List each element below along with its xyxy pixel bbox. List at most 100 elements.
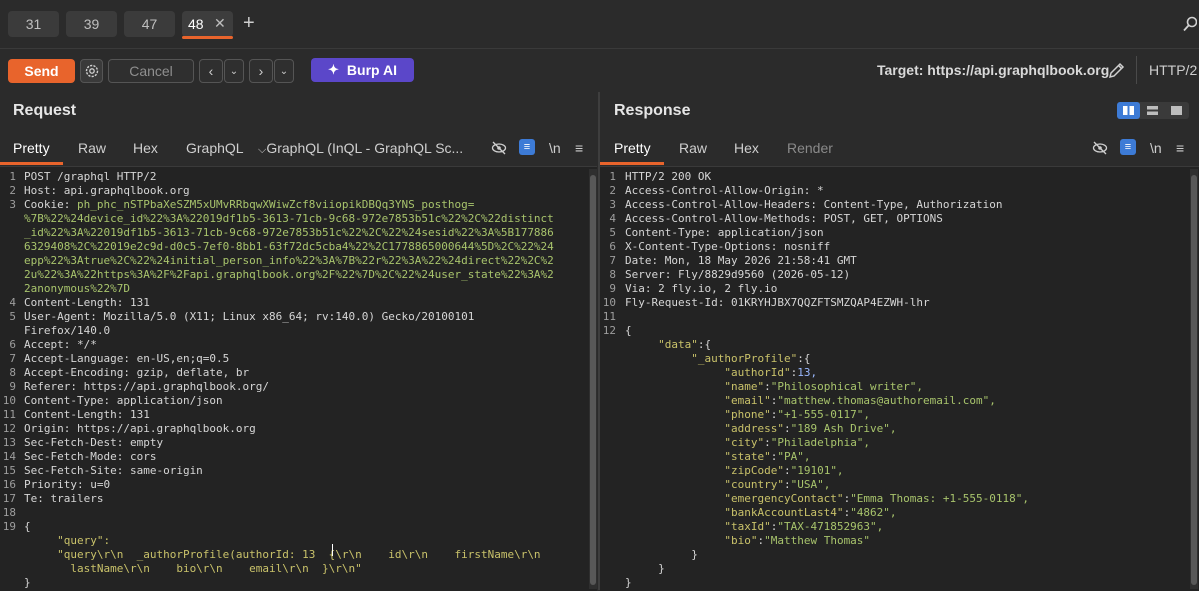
- code-line: Origin: https://api.graphqlbook.org: [24, 422, 256, 435]
- code-line: Fly-Request-Id: 01KRYHJBX7QQZFTSMZQAP4EZ…: [625, 296, 930, 309]
- request-tab-raw[interactable]: Raw: [78, 140, 106, 156]
- code-line: Firefox/140.0: [24, 324, 111, 337]
- request-title: Request: [13, 102, 77, 119]
- code-line: Access-Control-Allow-Origin: *: [625, 184, 824, 197]
- response-tab-pretty[interactable]: Pretty: [614, 140, 651, 156]
- tab-label: 48: [188, 16, 204, 32]
- menu-icon[interactable]: ≡: [575, 140, 583, 156]
- newline-toggle[interactable]: \n: [1150, 140, 1162, 156]
- request-editor[interactable]: 1 POST /graphql HTTP/2 2 Host: api.graphqlb…: [0, 166, 597, 591]
- line-number: 4: [9, 296, 16, 309]
- settings-gear-icon[interactable]: [80, 59, 103, 83]
- code-line: Content-Type: application/json: [24, 394, 223, 407]
- code-line: Cookie: ph_phc_nSTPbaXeSZM5xUMvRRbqwXWiw…: [24, 198, 475, 211]
- code-line: "bio":"Matthew Thomas": [724, 534, 871, 547]
- code-line: 2u%22%3A%22https%3A%2F%2Fapi.graphqlbook…: [24, 268, 554, 281]
- line-number: 13: [2, 436, 16, 449]
- code-line: }: [625, 548, 698, 561]
- add-tab-icon[interactable]: +: [243, 12, 255, 35]
- repeater-tab-31[interactable]: 31: [8, 11, 59, 37]
- line-number: 12: [602, 324, 616, 337]
- request-tab-hex[interactable]: Hex: [133, 140, 158, 156]
- code-line: "country":"USA",: [724, 478, 831, 491]
- response-editor[interactable]: 1 HTTP/2 200 OK 2 Access-Control-Allow-Orig…: [600, 166, 1199, 591]
- code-line: "authorId":13,: [724, 366, 818, 379]
- repeater-tab-47[interactable]: 47: [124, 11, 175, 37]
- code-line: "name":"Philosophical writer",: [724, 380, 924, 393]
- line-number: 17: [2, 492, 16, 505]
- code-line: "email":"matthew.thomas@authoremail.com"…: [724, 394, 996, 407]
- code-line: Via: 2 fly.io, 2 fly.io: [625, 282, 778, 295]
- chevron-down-icon: ⌄: [229, 65, 239, 77]
- code-line: "_authorProfile":{: [691, 352, 811, 365]
- line-number: 9: [9, 380, 16, 393]
- text-cursor: [332, 544, 333, 556]
- forward-history-dropdown[interactable]: ⌄: [274, 59, 294, 83]
- search-icon[interactable]: [1183, 16, 1198, 37]
- code-line: Accept-Encoding: gzip, deflate, br: [24, 366, 250, 379]
- code-line: Access-Control-Allow-Headers: Content-Ty…: [625, 198, 1003, 211]
- code-line: "address":"189 Ash Drive",: [724, 422, 897, 435]
- code-line: Content-Length: 131: [24, 408, 150, 421]
- tab-label: 31: [25, 16, 42, 32]
- wrap-lines-icon[interactable]: ≡: [1120, 139, 1136, 155]
- request-tab-graphql[interactable]: GraphQL: [186, 140, 244, 156]
- chevron-right-icon: ›: [258, 63, 264, 79]
- toolbar-separator: [1136, 56, 1137, 84]
- code-line: X-Content-Type-Options: nosniff: [625, 240, 831, 253]
- split-vertical-layout-icon[interactable]: [1117, 102, 1140, 119]
- forward-button[interactable]: ›: [249, 59, 273, 83]
- code-line: _id%22%3A%22019df1b5-3613-71cb-9c68-972e…: [24, 226, 554, 239]
- code-line: "query\r\n _authorProfile(authorId: 13 {…: [24, 548, 541, 561]
- code-line: Accept: */*: [24, 338, 97, 351]
- hide-eye-icon[interactable]: [491, 140, 507, 159]
- protocol-selector[interactable]: HTTP/2: [1149, 62, 1197, 78]
- response-tab-render[interactable]: Render: [787, 140, 833, 156]
- line-number: 5: [9, 310, 16, 323]
- response-scrollbar[interactable]: [1190, 169, 1198, 589]
- request-tab-pretty[interactable]: Pretty: [13, 140, 50, 156]
- response-scroll-thumb[interactable]: [1191, 175, 1197, 585]
- code-line: "city":"Philadelphia",: [724, 436, 871, 449]
- code-line: "emergencyContact":"Emma Thomas: +1-555-…: [724, 492, 1029, 505]
- line-number: 6: [609, 240, 616, 253]
- target-label: Target: https://api.graphqlbook.org: [877, 62, 1110, 78]
- tabbed-layout-icon[interactable]: [1165, 102, 1188, 119]
- line-number: 11: [2, 408, 16, 421]
- line-number: 11: [602, 310, 616, 323]
- code-line: lastName\r\n bio\r\n email\r\n }\r\n": [24, 562, 362, 575]
- code-line: epp%22%3Atrue%2C%22%24initial_person_inf…: [24, 254, 554, 267]
- code-line: Sec-Fetch-Mode: cors: [24, 450, 157, 463]
- send-label: Send: [24, 63, 59, 79]
- response-tab-raw[interactable]: Raw: [679, 140, 707, 156]
- code-line: Sec-Fetch-Dest: empty: [24, 436, 164, 449]
- response-tab-hex[interactable]: Hex: [734, 140, 759, 156]
- close-tab-icon[interactable]: ✕: [214, 15, 226, 32]
- inql-tab-label: GraphQL (InQL - GraphQL Sc...: [266, 140, 464, 156]
- code-line: Priority: u=0: [24, 478, 111, 491]
- back-button[interactable]: ‹: [199, 59, 223, 83]
- request-scroll-thumb[interactable]: [590, 175, 596, 585]
- repeater-tab-39[interactable]: 39: [66, 11, 117, 37]
- chevron-down-icon: ⌄: [279, 65, 289, 77]
- menu-icon[interactable]: ≡: [1176, 140, 1184, 156]
- code-line: %7B%22%24device_id%22%3A%22019df1b5-3613…: [24, 212, 554, 225]
- burp-ai-button[interactable]: ✦ Burp AI: [311, 58, 414, 82]
- hide-eye-icon[interactable]: [1092, 140, 1108, 159]
- edit-target-pencil-icon[interactable]: [1107, 60, 1127, 85]
- line-number: 2: [609, 184, 616, 197]
- code-line: Content-Length: 131: [24, 296, 150, 309]
- code-line: }: [625, 576, 632, 589]
- request-tab-inql[interactable]: ⌵GraphQL (InQL - GraphQL Sc...: [258, 140, 463, 157]
- back-history-dropdown[interactable]: ⌄: [224, 59, 244, 83]
- code-line: }: [625, 562, 665, 575]
- line-number: 10: [2, 394, 16, 407]
- newline-toggle[interactable]: \n: [549, 140, 561, 156]
- split-horizontal-layout-icon[interactable]: [1141, 102, 1164, 119]
- cancel-button[interactable]: Cancel: [108, 59, 194, 83]
- send-button[interactable]: Send: [8, 59, 75, 83]
- request-scrollbar[interactable]: [589, 169, 597, 589]
- code-line: Referer: https://api.graphqlbook.org/: [24, 380, 270, 393]
- code-line: 6329408%2C%22019e2c9d-d0c5-7ef0-8bb1-63f…: [24, 240, 554, 253]
- wrap-lines-icon[interactable]: ≡: [519, 139, 535, 155]
